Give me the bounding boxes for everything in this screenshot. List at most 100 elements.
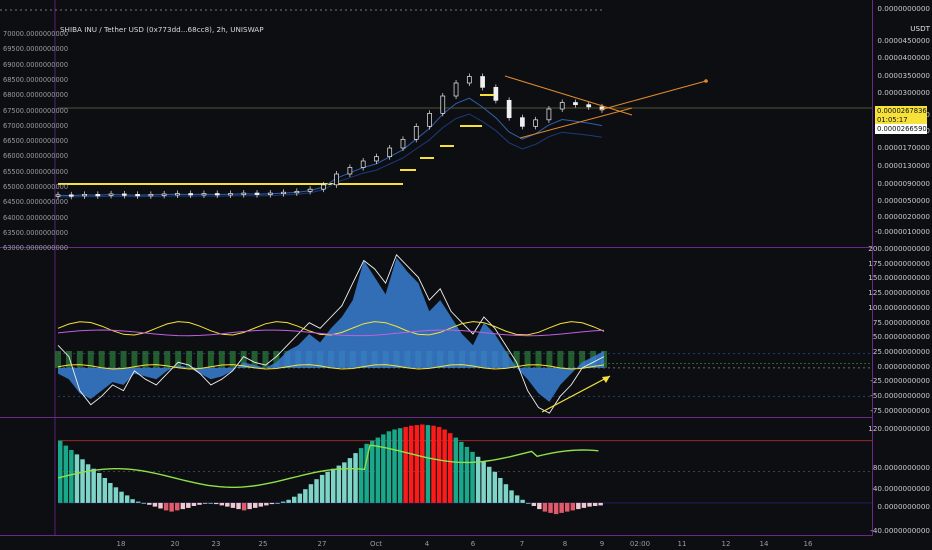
price-axis-tick: 0.0000450000 xyxy=(877,36,930,45)
histogram-bar xyxy=(247,502,252,510)
candle-body xyxy=(533,119,539,127)
histogram-bar xyxy=(147,502,152,505)
candle-body xyxy=(135,194,140,197)
candle-body xyxy=(82,194,87,197)
oscillator-bar xyxy=(207,350,214,368)
time-axis-tick: 02:00 xyxy=(629,540,651,548)
histogram-bar xyxy=(353,453,358,503)
histogram-bar xyxy=(559,502,564,513)
candle-body xyxy=(121,193,127,196)
histogram-axis-tick: 40.0000000000 xyxy=(872,484,930,493)
candle-body xyxy=(281,191,286,195)
histogram-bar xyxy=(63,445,69,503)
histogram-bar xyxy=(414,425,420,503)
candle-body xyxy=(334,173,339,186)
candle-body xyxy=(294,190,300,194)
histogram-bar xyxy=(553,502,559,515)
histogram-axis-tick: 0.0000000000 xyxy=(877,502,930,511)
histogram-bar xyxy=(175,502,180,511)
left-axis-tick: 68000.0000000000 xyxy=(3,91,69,100)
time-axis-tick: 16 xyxy=(803,540,813,548)
candle-body xyxy=(95,194,101,197)
histogram-bar xyxy=(58,440,63,503)
histogram-bar xyxy=(420,424,425,503)
histogram-bar xyxy=(520,499,525,503)
histogram-bar xyxy=(236,502,241,510)
candle-body xyxy=(267,192,273,195)
chart-canvas xyxy=(0,0,872,536)
oscillator-axis-tick: 100.0000000000 xyxy=(868,302,930,312)
price-axis-tick: 0.0000130000 xyxy=(877,161,930,170)
histogram-bar xyxy=(397,428,403,503)
time-axis-tick: 12 xyxy=(721,540,731,548)
oscillator-bar xyxy=(109,350,116,368)
histogram-bar xyxy=(124,495,130,503)
price-axis-tick: 0.0000400000 xyxy=(877,53,930,62)
histogram-bar xyxy=(375,437,381,503)
histogram-bar xyxy=(219,502,225,506)
candle-body xyxy=(413,125,419,140)
oscillator-axis-tick: 25.0000000000 xyxy=(872,346,930,356)
candle-body xyxy=(453,82,459,97)
time-axis-tick: 25 xyxy=(258,540,268,548)
price-axis-tick: 0.0000090000 xyxy=(877,179,930,188)
histogram-bar xyxy=(241,502,247,511)
histogram-bar xyxy=(587,502,592,507)
histogram-bar xyxy=(498,478,503,503)
candle-body xyxy=(466,76,472,84)
histogram-bar xyxy=(481,461,486,503)
left-axis-tick: 69000.0000000000 xyxy=(3,60,69,69)
histogram-bar xyxy=(286,499,291,503)
histogram-bar xyxy=(565,502,570,512)
oscillator-axis-tick: 175.0000000000 xyxy=(868,258,930,268)
histogram-bar xyxy=(392,429,397,503)
candle-body xyxy=(520,117,525,127)
oscillator-bar xyxy=(131,350,138,368)
currency-label: USDT xyxy=(910,24,930,33)
candle-body xyxy=(480,76,485,88)
time-axis-tick: 4 xyxy=(424,540,430,548)
time-axis-tick: 18 xyxy=(116,540,126,548)
histogram-bar xyxy=(470,451,475,503)
histogram-bar xyxy=(403,427,408,503)
candle-body xyxy=(241,192,247,195)
histogram-bar xyxy=(358,448,364,503)
left-axis-tick: 64000.0000000000 xyxy=(3,213,69,222)
histogram-bar xyxy=(576,502,581,510)
histogram-bar xyxy=(85,464,91,503)
histogram-bar xyxy=(80,459,85,503)
oscillator-bar xyxy=(196,350,203,368)
histogram-bar xyxy=(537,502,542,510)
candle-body xyxy=(493,86,499,101)
oscillator-axis-tick: 150.0000000000 xyxy=(868,273,930,283)
candle-body xyxy=(254,192,260,195)
histogram-bar xyxy=(169,502,174,512)
time-axis-tick: 6 xyxy=(470,540,476,548)
price-axis-tick: 0.0000170000 xyxy=(877,143,930,152)
oscillator-bar xyxy=(557,350,564,368)
histogram-bar xyxy=(531,502,537,506)
price-axis-tick: 0.0000350000 xyxy=(877,71,930,80)
left-axis-tick: 63000.0000000000 xyxy=(3,244,69,253)
histogram-bar xyxy=(113,487,119,503)
candle-body xyxy=(400,138,406,149)
candle-body xyxy=(374,156,379,162)
histogram-bar xyxy=(448,433,453,503)
histogram-bar xyxy=(91,468,96,503)
histogram-bar xyxy=(492,471,498,503)
triangle-upper xyxy=(504,75,633,116)
histogram-bar xyxy=(253,502,258,508)
histogram-bar xyxy=(158,502,163,509)
time-axis-tick: 9 xyxy=(599,540,605,548)
histogram-bar xyxy=(336,465,342,503)
oscillator-axis-tick: -50.0000000000 xyxy=(870,391,930,400)
histogram-bar xyxy=(258,502,264,507)
histogram-bar xyxy=(503,484,509,503)
histogram-bar xyxy=(297,493,303,503)
oscillator-axis-tick: 200.0000000000 xyxy=(868,244,930,253)
oscillator-bar xyxy=(229,350,236,368)
oscillator-axis-tick: -75.0000000000 xyxy=(870,405,930,415)
candle-body xyxy=(55,194,61,197)
histogram-bar xyxy=(152,502,158,507)
histogram-bar xyxy=(97,473,102,503)
